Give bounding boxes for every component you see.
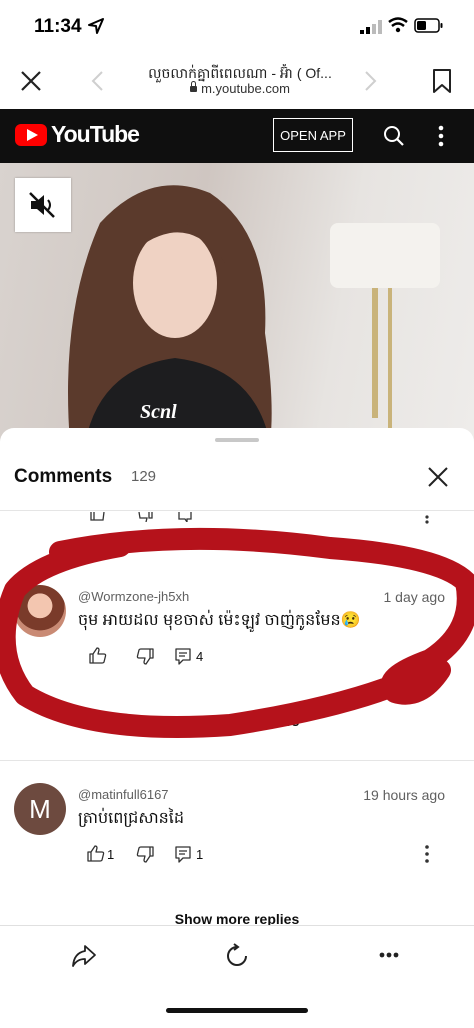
- comments-count: 129: [131, 468, 157, 485]
- close-comments-icon[interactable]: [427, 466, 449, 488]
- back-chevron-icon[interactable]: [90, 70, 104, 92]
- unmute-button[interactable]: [15, 178, 71, 232]
- comment-author[interactable]: @matinfull6167: [78, 787, 169, 802]
- comment-more-icon[interactable]: [425, 845, 429, 863]
- reload-icon[interactable]: [224, 943, 250, 969]
- home-indicator[interactable]: [166, 1008, 308, 1013]
- page-url-text: m.youtube.com: [201, 81, 290, 96]
- reply-count: 1: [196, 847, 204, 862]
- location-arrow-icon: [88, 18, 104, 34]
- battery-icon: [414, 18, 443, 33]
- cellular-signal-icon: [360, 20, 382, 34]
- comment-time: 19 hours ago: [363, 787, 445, 803]
- dislike-icon[interactable]: [136, 846, 154, 863]
- wifi-icon: [388, 17, 408, 33]
- muted-speaker-icon: [29, 192, 55, 218]
- bookmark-icon[interactable]: [432, 68, 452, 94]
- lock-icon: [190, 81, 198, 92]
- youtube-logo-text[interactable]: YouTube: [51, 121, 140, 148]
- page-url: m.youtube.com: [120, 81, 360, 96]
- sheet-drag-handle[interactable]: [215, 438, 259, 442]
- search-icon[interactable]: [383, 125, 405, 147]
- like-icon[interactable]: [87, 845, 105, 862]
- avatar[interactable]: M: [14, 783, 66, 835]
- status-time: 11:34: [34, 16, 82, 37]
- divider: [0, 760, 474, 761]
- more-options-icon[interactable]: [438, 125, 444, 147]
- reply-icon[interactable]: [175, 846, 191, 863]
- red-circle-annotation: [0, 527, 474, 738]
- video-player[interactable]: Scnl: [0, 163, 474, 443]
- like-count: 1: [107, 847, 115, 862]
- video-frame: Scnl: [68, 185, 440, 443]
- divider: [0, 510, 474, 511]
- close-browser-icon[interactable]: [20, 70, 42, 92]
- share-icon[interactable]: [71, 944, 97, 968]
- youtube-play-icon: [27, 129, 38, 141]
- annotation-stroke: [0, 527, 474, 738]
- shirt-print: Scnl: [140, 401, 177, 423]
- comment-text: ត្រាប់ពេជ្រសានដៃ: [78, 810, 185, 827]
- open-app-button[interactable]: OPEN APP: [273, 118, 353, 152]
- forward-chevron-icon[interactable]: [364, 70, 378, 92]
- comments-title: Comments: [14, 466, 113, 487]
- more-menu-icon[interactable]: [379, 952, 399, 958]
